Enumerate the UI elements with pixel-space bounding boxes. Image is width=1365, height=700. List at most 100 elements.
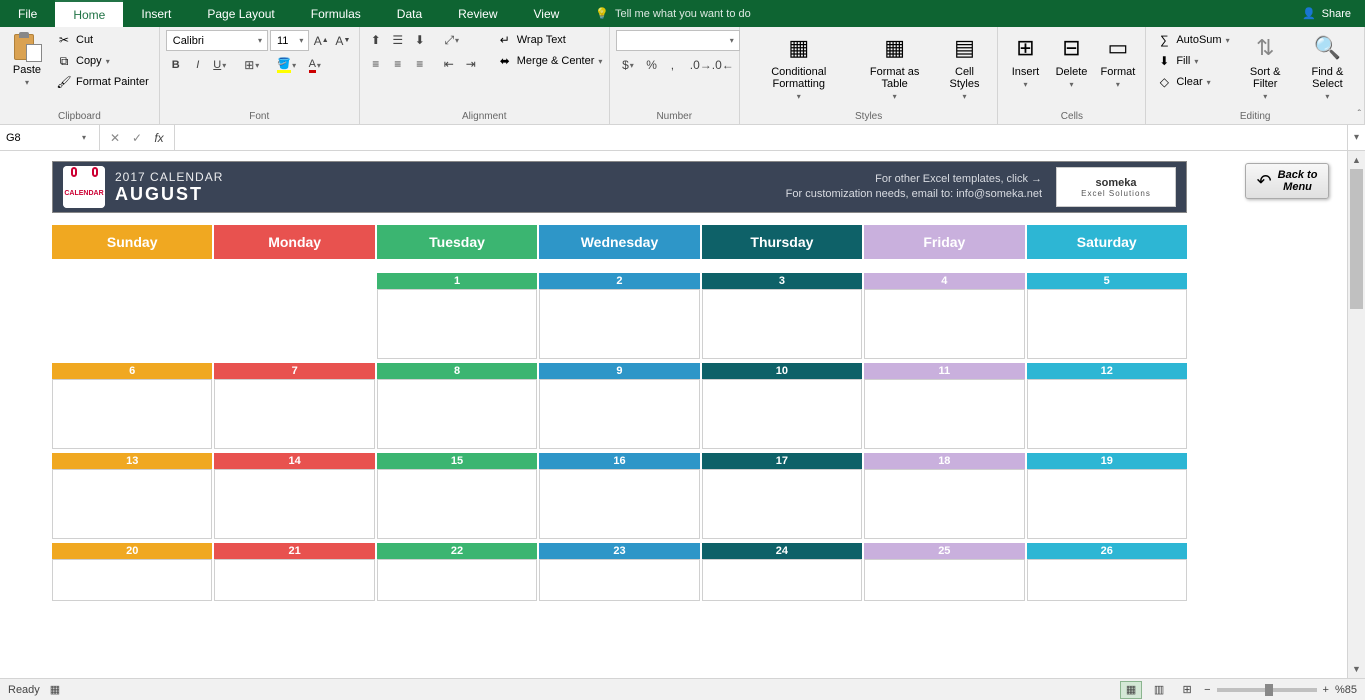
calendar-cell[interactable]: 4 — [864, 273, 1024, 359]
calendar-cell[interactable]: 14 — [214, 453, 374, 539]
day-body[interactable] — [539, 379, 699, 449]
page-layout-view-button[interactable]: ▥ — [1148, 681, 1170, 699]
cut-button[interactable]: ✂Cut — [52, 30, 153, 50]
day-body[interactable] — [1027, 559, 1187, 601]
calendar-cell[interactable]: 23 — [539, 543, 699, 601]
increase-font-button[interactable]: A▲ — [311, 31, 331, 51]
border-button[interactable]: ⊞▾ — [239, 55, 265, 75]
font-color-button[interactable]: A▾ — [302, 55, 328, 75]
day-body[interactable] — [702, 559, 862, 601]
format-painter-button[interactable]: 🖌Format Painter — [52, 72, 153, 92]
font-size-combo[interactable]: ▾ — [270, 30, 309, 51]
align-left-button[interactable]: ≡ — [366, 54, 386, 74]
fill-button[interactable]: ⬇Fill▾ — [1152, 51, 1233, 71]
calendar-cell[interactable]: 10 — [702, 363, 862, 449]
day-body[interactable] — [377, 559, 537, 601]
day-body[interactable] — [377, 469, 537, 539]
back-to-menu-button[interactable]: ↶ Back toMenu — [1245, 163, 1329, 199]
decrease-font-button[interactable]: A▼ — [333, 31, 353, 51]
font-name-combo[interactable]: ▾ — [166, 30, 268, 51]
day-body[interactable] — [864, 289, 1024, 359]
increase-decimal-button[interactable]: .0→ — [691, 55, 711, 75]
day-body[interactable] — [539, 559, 699, 601]
calendar-cell[interactable]: 5 — [1027, 273, 1187, 359]
calendar-cell[interactable]: 17 — [702, 453, 862, 539]
day-body[interactable] — [702, 379, 862, 449]
day-body[interactable] — [702, 289, 862, 359]
calendar-cell[interactable]: 26 — [1027, 543, 1187, 601]
underline-button[interactable]: U▾ — [210, 55, 230, 75]
vertical-scrollbar[interactable]: ▲ ▼ — [1347, 151, 1365, 678]
calendar-cell[interactable]: 25 — [864, 543, 1024, 601]
enter-formula-button[interactable]: ✓ — [126, 131, 148, 145]
align-top-button[interactable]: ⬆ — [366, 30, 386, 50]
align-right-button[interactable]: ≡ — [410, 54, 430, 74]
wrap-text-button[interactable]: ↵Wrap Text — [493, 30, 607, 50]
calendar-cell[interactable]: 22 — [377, 543, 537, 601]
calendar-cell[interactable]: 20 — [52, 543, 212, 601]
copy-button[interactable]: ⧉Copy▾ — [52, 51, 153, 71]
align-center-button[interactable]: ≡ — [388, 54, 408, 74]
calendar-cell[interactable]: 16 — [539, 453, 699, 539]
paste-button[interactable]: Paste ▾ — [6, 30, 48, 109]
increase-indent-button[interactable]: ⇥ — [461, 54, 481, 74]
day-body[interactable] — [52, 469, 212, 539]
expand-formula-bar-button[interactable]: ▾ — [1347, 125, 1365, 150]
day-body[interactable] — [377, 379, 537, 449]
comma-button[interactable]: , — [663, 55, 682, 75]
day-body[interactable] — [864, 559, 1024, 601]
calendar-cell[interactable]: 1 — [377, 273, 537, 359]
format-as-table-button[interactable]: ▦Format as Table▾ — [856, 30, 934, 109]
conditional-formatting-button[interactable]: ▦Conditional Formatting▾ — [746, 30, 852, 109]
calendar-cell[interactable]: 7 — [214, 363, 374, 449]
accounting-format-button[interactable]: $▾ — [616, 55, 640, 75]
day-body[interactable] — [52, 379, 212, 449]
calendar-cell[interactable]: 9 — [539, 363, 699, 449]
tab-data[interactable]: Data — [379, 0, 440, 27]
zoom-out-button[interactable]: − — [1204, 684, 1210, 696]
calendar-cell[interactable]: 13 — [52, 453, 212, 539]
sort-filter-button[interactable]: ⇅Sort & Filter▾ — [1238, 30, 1293, 109]
font-name-input[interactable] — [173, 35, 255, 47]
autosum-button[interactable]: ∑AutoSum▾ — [1152, 30, 1233, 50]
calendar-cell[interactable]: 15 — [377, 453, 537, 539]
zoom-in-button[interactable]: + — [1323, 684, 1329, 696]
tab-review[interactable]: Review — [440, 0, 515, 27]
calendar-cell[interactable]: 11 — [864, 363, 1024, 449]
day-body[interactable] — [1027, 379, 1187, 449]
align-middle-button[interactable]: ☰ — [388, 30, 408, 50]
share-button[interactable]: Share — [1322, 8, 1351, 20]
formula-input[interactable] — [175, 125, 1347, 150]
bold-button[interactable]: B — [166, 55, 186, 75]
font-size-input[interactable] — [277, 35, 296, 47]
day-body[interactable] — [864, 469, 1024, 539]
tab-view[interactable]: View — [516, 0, 578, 27]
scroll-thumb[interactable] — [1350, 169, 1363, 309]
cell-styles-button[interactable]: ▤Cell Styles▾ — [937, 30, 991, 109]
calendar-cell[interactable]: 24 — [702, 543, 862, 601]
calendar-cell[interactable]: 21 — [214, 543, 374, 601]
day-body[interactable] — [1027, 469, 1187, 539]
tab-insert[interactable]: Insert — [123, 0, 189, 27]
tab-page-layout[interactable]: Page Layout — [189, 0, 292, 27]
zoom-level[interactable]: %85 — [1335, 684, 1357, 696]
number-format-combo[interactable]: ▾ — [616, 30, 740, 51]
tell-me-search[interactable]: 💡 Tell me what you want to do — [595, 0, 750, 27]
find-select-button[interactable]: 🔍Find & Select▾ — [1297, 30, 1358, 109]
name-box[interactable]: ▾ — [0, 125, 100, 150]
align-bottom-button[interactable]: ⬇ — [410, 30, 430, 50]
macro-record-icon[interactable]: ▦ — [50, 683, 60, 696]
day-body[interactable] — [214, 469, 374, 539]
fill-color-button[interactable]: 🪣▾ — [274, 55, 300, 75]
day-body[interactable] — [214, 559, 374, 601]
day-body[interactable] — [52, 559, 212, 601]
scroll-up-button[interactable]: ▲ — [1348, 151, 1365, 169]
tab-file[interactable]: File — [0, 0, 55, 27]
tab-formulas[interactable]: Formulas — [293, 0, 379, 27]
day-body[interactable] — [864, 379, 1024, 449]
italic-button[interactable]: I — [188, 55, 208, 75]
calendar-cell[interactable]: 2 — [539, 273, 699, 359]
decrease-indent-button[interactable]: ⇤ — [439, 54, 459, 74]
someka-logo[interactable]: someka Excel Solutions — [1056, 167, 1176, 207]
insert-function-button[interactable]: fx — [148, 131, 170, 145]
